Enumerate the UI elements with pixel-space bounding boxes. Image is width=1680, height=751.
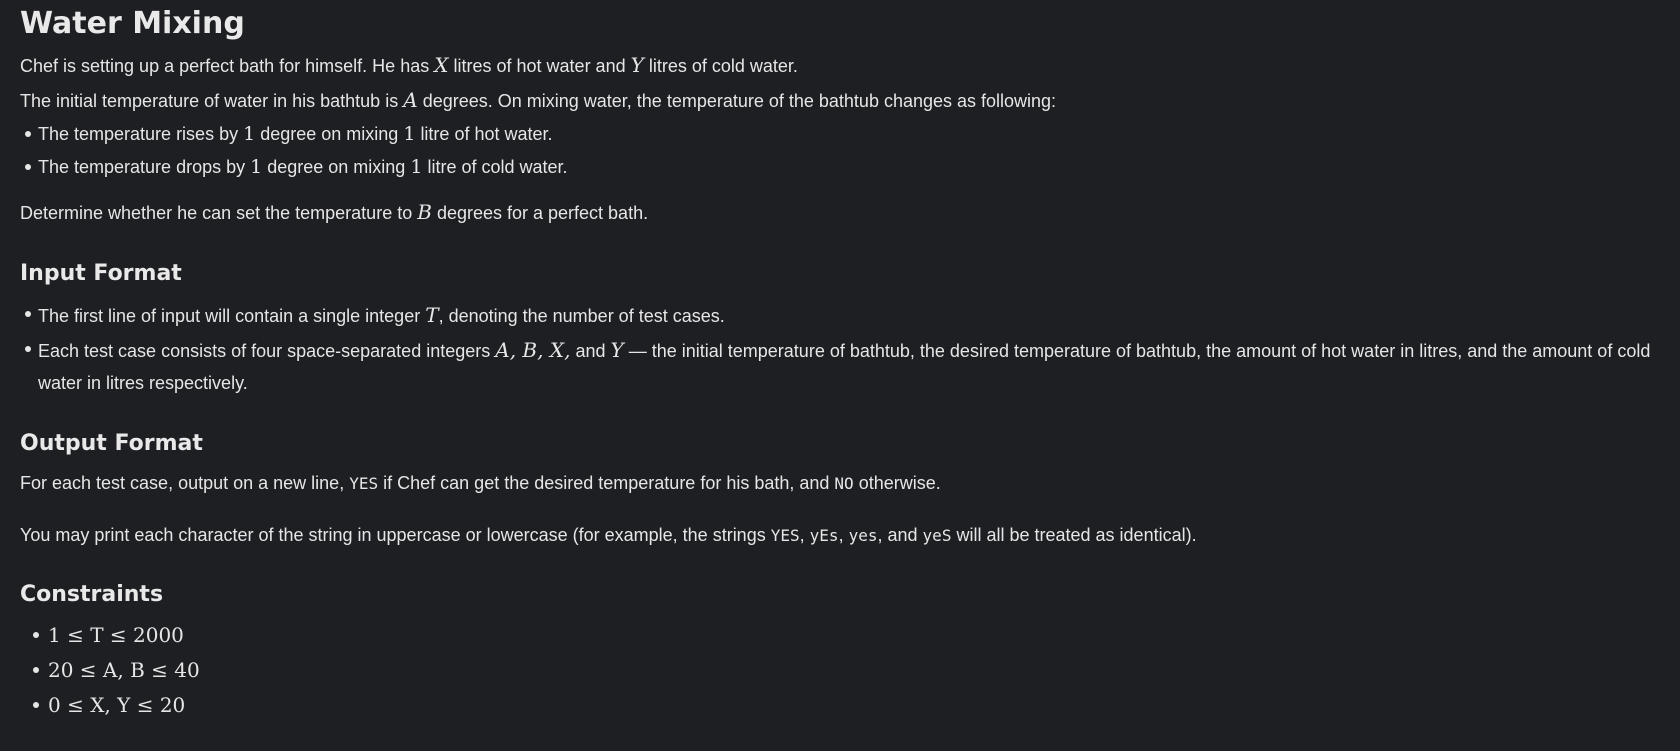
math-var: A: [403, 88, 418, 112]
statement-line-1: Chef is setting up a perfect bath for hi…: [20, 48, 1666, 83]
text: degree on mixing: [260, 124, 399, 144]
text: , denoting the number of test cases.: [438, 306, 725, 327]
text: You may print each character of the stri…: [20, 524, 766, 545]
text: The temperature rises by: [38, 124, 239, 144]
constraint-item: 1 ≤ T ≤ 2000: [33, 618, 1666, 653]
text: degrees. On mixing water, the temperatur…: [422, 91, 1057, 111]
text: and: [575, 341, 606, 362]
text: degrees for a perfect bath.: [436, 202, 649, 223]
text: litre of hot water.: [420, 124, 553, 144]
constraint-item: 20 ≤ A, B ≤ 40: [33, 653, 1666, 688]
output-format-heading: Output Format: [20, 430, 203, 456]
page-title: Water Mixing: [20, 6, 245, 41]
problem-statement: Water Mixing Chef is setting up a perfec…: [20, 0, 1666, 723]
constraint-item: 0 ≤ X, Y ≤ 20: [33, 688, 1666, 723]
output-format-p2: You may print each character of the stri…: [20, 524, 1197, 545]
code-text: YES: [770, 525, 800, 545]
math-var: T: [425, 303, 439, 328]
code-text: NO: [834, 474, 854, 494]
list-item: The first line of input will contain a s…: [25, 298, 1666, 333]
text: degree on mixing: [267, 157, 406, 178]
input-format-heading: Input Format: [20, 260, 182, 286]
math-var: B: [417, 199, 432, 224]
statement-determine: Determine whether he can set the tempera…: [20, 195, 1666, 230]
text: Each test case consists of four space-se…: [38, 341, 491, 362]
list-item: The temperature rises by 1 degree on mix…: [25, 118, 1666, 151]
code-text: yEs: [809, 525, 839, 545]
text: litres of hot water and: [453, 56, 626, 76]
input-format-list: The first line of input will contain a s…: [20, 298, 1666, 400]
text: if Chef can get the desired temperature …: [383, 473, 830, 494]
math-num: 1: [243, 123, 256, 145]
text: , and: [877, 524, 918, 545]
text: The initial temperature of water in his …: [20, 91, 399, 111]
list-item: The temperature drops by 1 degree on mix…: [25, 151, 1666, 184]
constraints-list: 1 ≤ T ≤ 2000 20 ≤ A, B ≤ 40 0 ≤ X, Y ≤ 2…: [20, 618, 1666, 723]
text: The temperature drops by: [38, 157, 246, 178]
output-format-p1: For each test case, output on a new line…: [20, 468, 1666, 500]
code-text: YES: [349, 474, 379, 494]
text: will all be treated as identical).: [956, 524, 1197, 545]
math-num: 1: [250, 156, 263, 179]
code-text: yes: [848, 525, 878, 545]
text: Determine whether he can set the tempera…: [20, 202, 413, 223]
text: The first line of input will contain a s…: [38, 306, 421, 327]
list-item: Each test case consists of four space-se…: [25, 333, 1666, 400]
math-var: Y: [630, 53, 644, 77]
text: For each test case, output on a new line…: [20, 473, 345, 494]
constraints-heading: Constraints: [20, 582, 164, 608]
math-var: X: [434, 53, 449, 77]
math-var: Y: [610, 338, 624, 363]
math-num: 1: [410, 156, 423, 179]
text: litres of cold water.: [648, 56, 798, 76]
math-num: 1: [403, 123, 416, 145]
math-var: A, B, X,: [495, 338, 571, 363]
text: litre of cold water.: [427, 157, 568, 178]
text: otherwise.: [858, 473, 941, 494]
statement-line-2: The initial temperature of water in his …: [20, 83, 1666, 118]
code-text: yeS: [922, 525, 952, 545]
temperature-rules-list: The temperature rises by 1 degree on mix…: [20, 118, 1666, 185]
text: Chef is setting up a perfect bath for hi…: [20, 56, 430, 76]
